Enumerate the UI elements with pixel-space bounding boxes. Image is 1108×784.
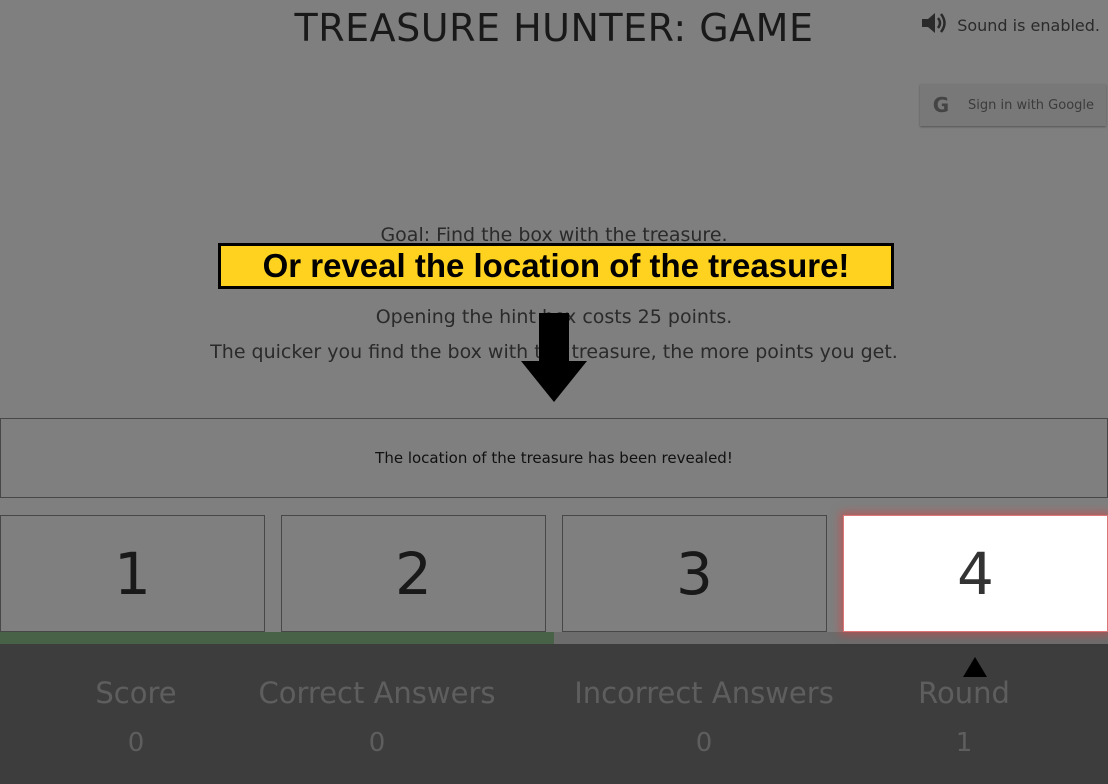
- timer-bar-fill: [0, 632, 554, 644]
- correct-answers-label: Correct Answers: [258, 676, 496, 710]
- round-stat: Round 1: [884, 676, 1044, 758]
- google-signin-button[interactable]: G Sign in with Google: [920, 84, 1106, 126]
- score-value: 0: [127, 728, 145, 758]
- speaker-icon: [919, 8, 949, 42]
- sound-toggle[interactable]: Sound is enabled.: [919, 8, 1100, 42]
- game-page: TREASURE HUNTER: GAME Sound is enabled. …: [0, 0, 1108, 784]
- status-message: The location of the treasure has been re…: [0, 418, 1108, 498]
- score-label: Score: [95, 676, 177, 710]
- correct-answers-stat: Correct Answers 0: [247, 676, 507, 758]
- treasure-box-2[interactable]: 2: [281, 515, 546, 632]
- incorrect-answers-value: 0: [695, 728, 713, 758]
- score-stat: Score 0: [56, 676, 216, 758]
- treasure-box-3[interactable]: 3: [562, 515, 827, 632]
- google-g-icon: G: [932, 93, 950, 117]
- tutorial-banner: Or reveal the location of the treasure!: [218, 243, 894, 289]
- incorrect-answers-label: Incorrect Answers: [574, 676, 834, 710]
- incorrect-answers-stat: Incorrect Answers 0: [564, 676, 844, 758]
- correct-answers-value: 0: [368, 728, 386, 758]
- google-signin-label: Sign in with Google: [968, 97, 1095, 113]
- sound-status-text: Sound is enabled.: [957, 15, 1100, 35]
- treasure-box-4[interactable]: 4: [843, 515, 1108, 632]
- arrow-down-icon: [521, 313, 587, 407]
- round-value: 1: [955, 728, 973, 758]
- arrow-up-icon: [962, 656, 988, 682]
- timer-bar: [0, 632, 1108, 644]
- stats-panel: Score 0 Correct Answers 0 Incorrect Answ…: [0, 644, 1108, 784]
- treasure-box-1[interactable]: 1: [0, 515, 265, 632]
